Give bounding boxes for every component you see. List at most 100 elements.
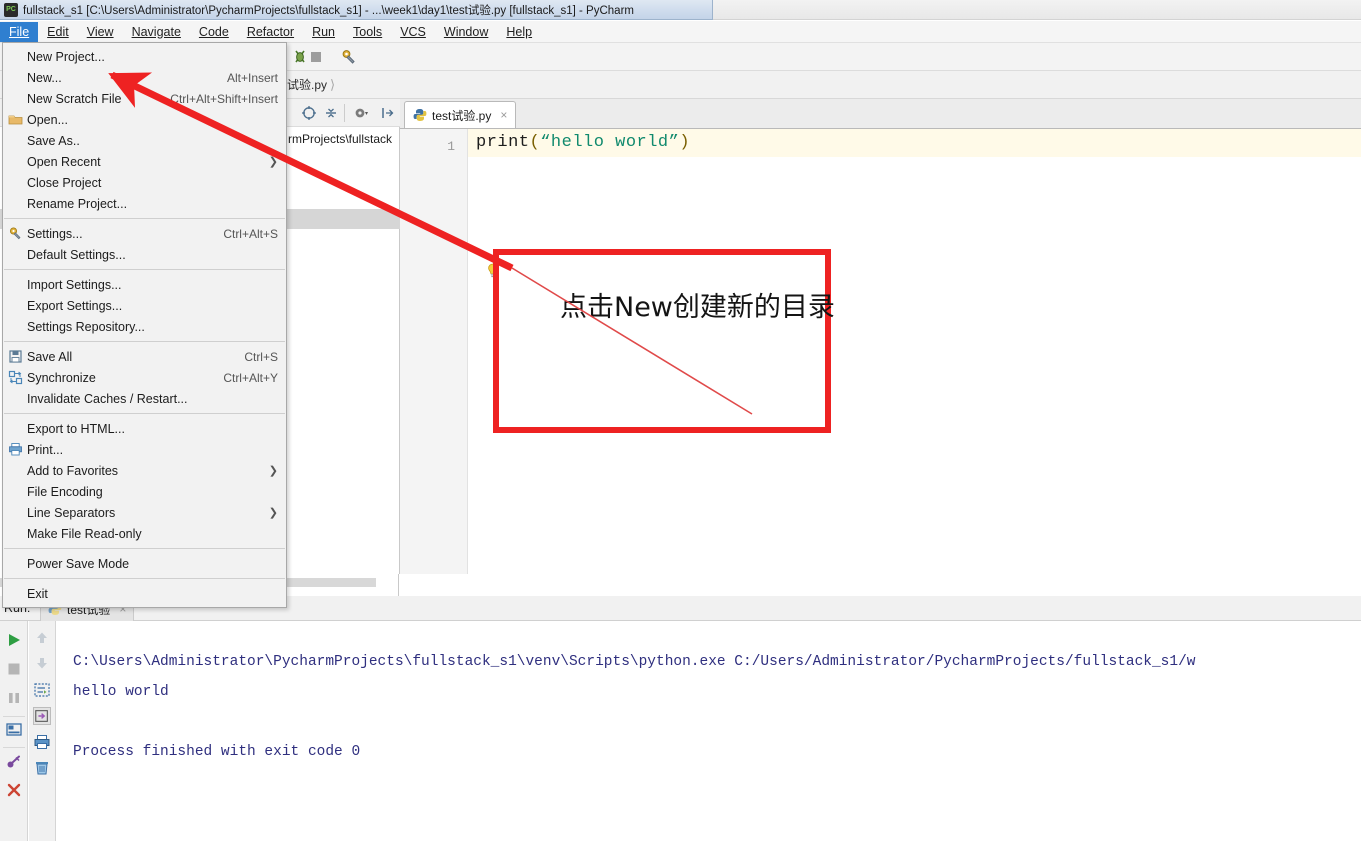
menu-item-import-settings[interactable]: Import Settings... bbox=[3, 274, 286, 295]
up-arrow-icon[interactable] bbox=[33, 629, 51, 647]
menu-bar: File Edit View Navigate Code Refactor Ru… bbox=[0, 21, 1361, 43]
file-menu-popup[interactable]: New Project... New... Alt+Insert New Scr… bbox=[2, 42, 287, 608]
run-toolbar-divider-2 bbox=[3, 747, 25, 748]
menu-item-label: Open Recent bbox=[27, 154, 101, 169]
menu-item-label: Exit bbox=[27, 586, 48, 601]
menu-item-label: Add to Favorites bbox=[27, 463, 119, 478]
stop-toolbar-icon[interactable] bbox=[307, 48, 325, 66]
menu-navigate-label: Navigate bbox=[131, 24, 181, 39]
editor-bottom-edge bbox=[398, 574, 1361, 596]
menu-item-settings[interactable]: Settings... Ctrl+Alt+S bbox=[3, 223, 286, 244]
soft-wrap-icon[interactable] bbox=[33, 681, 51, 699]
menu-item-label: New Project... bbox=[27, 49, 105, 64]
menu-item-label: Save All bbox=[27, 349, 73, 364]
menu-vcs-label: VCS bbox=[400, 24, 426, 39]
annotation-box bbox=[493, 249, 831, 433]
menu-item-line-separators[interactable]: Line Separators ❯ bbox=[3, 502, 286, 523]
menu-item-synchronize[interactable]: Synchronize Ctrl+Alt+Y bbox=[3, 367, 286, 388]
menu-item-default-settings[interactable]: Default Settings... bbox=[3, 244, 286, 265]
close-tab-icon[interactable] bbox=[5, 781, 23, 799]
menu-item-label: Import Settings... bbox=[27, 277, 122, 292]
menu-item-shortcut: Ctrl+Alt+Shift+Insert bbox=[170, 91, 278, 106]
scroll-to-end-icon[interactable] bbox=[33, 707, 51, 725]
editor-tab-label: test试验.py bbox=[432, 108, 492, 123]
run-right-toolbar bbox=[29, 621, 56, 841]
code-token-string: “hello world” bbox=[540, 133, 680, 152]
pycharm-icon: PC bbox=[4, 2, 18, 17]
project-toolbar-divider bbox=[344, 104, 345, 122]
menu-separator bbox=[4, 578, 285, 579]
project-tree-node[interactable]: rmProjects\fullstack bbox=[288, 132, 392, 146]
menu-edit[interactable]: Edit bbox=[38, 22, 78, 42]
menu-item-add-to-favorites[interactable]: Add to Favorites ❯ bbox=[3, 460, 286, 481]
menu-item-power-save-mode[interactable]: Power Save Mode bbox=[3, 553, 286, 574]
show-console-icon[interactable] bbox=[5, 721, 23, 739]
clear-all-icon[interactable] bbox=[33, 759, 51, 777]
menu-item-save-as[interactable]: Save As.. bbox=[3, 130, 286, 151]
menu-item-label: Settings Repository... bbox=[27, 319, 145, 334]
menu-item-settings-repository[interactable]: Settings Repository... bbox=[3, 316, 286, 337]
menu-file[interactable]: File bbox=[0, 21, 39, 42]
code-line-1: print(“hello world”) bbox=[476, 133, 690, 152]
menu-vcs[interactable]: VCS bbox=[391, 22, 435, 42]
run-console-output[interactable]: C:\Users\Administrator\PycharmProjects\f… bbox=[57, 621, 1361, 841]
menu-item-save-all[interactable]: Save All Ctrl+S bbox=[3, 346, 286, 367]
menu-item-label: Settings... bbox=[27, 226, 83, 241]
menu-item-new[interactable]: New... Alt+Insert bbox=[3, 67, 286, 88]
save-icon bbox=[8, 349, 23, 364]
menu-navigate[interactable]: Navigate bbox=[123, 22, 190, 42]
menu-item-file-encoding[interactable]: File Encoding bbox=[3, 481, 286, 502]
breadcrumb-file[interactable]: 试验.py bbox=[287, 76, 327, 93]
menu-item-export-to-html[interactable]: Export to HTML... bbox=[3, 418, 286, 439]
chevron-right-icon: ❯ bbox=[268, 156, 278, 168]
window-title: fullstack_s1 [C:\Users\Administrator\Pyc… bbox=[23, 4, 634, 17]
project-settings-icon[interactable] bbox=[352, 104, 370, 122]
menu-help[interactable]: Help bbox=[497, 22, 541, 42]
menu-item-print[interactable]: Print... bbox=[3, 439, 286, 460]
collapse-all-icon[interactable] bbox=[322, 104, 340, 122]
folder-icon bbox=[8, 112, 23, 127]
settings-toolbar-icon[interactable] bbox=[340, 48, 358, 66]
print-icon[interactable] bbox=[33, 733, 51, 751]
menu-run-label: Run bbox=[312, 24, 335, 39]
code-token-close-paren: ) bbox=[679, 133, 691, 152]
menu-item-label: Default Settings... bbox=[27, 247, 126, 262]
menu-view-label: View bbox=[86, 24, 114, 39]
menu-window-label: Window bbox=[443, 24, 489, 39]
editor-tab-test[interactable]: test试验.py × bbox=[404, 101, 517, 128]
console-line-2: hello world bbox=[73, 684, 169, 700]
menu-separator bbox=[4, 548, 285, 549]
menu-tools[interactable]: Tools bbox=[344, 22, 391, 42]
menu-item-open[interactable]: Open... bbox=[3, 109, 286, 130]
editor-tab-close-icon[interactable]: × bbox=[500, 108, 507, 122]
menu-item-invalidate-caches[interactable]: Invalidate Caches / Restart... bbox=[3, 388, 286, 409]
console-line-1: C:\Users\Administrator\PycharmProjects\f… bbox=[73, 654, 1196, 670]
menu-item-rename-project[interactable]: Rename Project... bbox=[3, 193, 286, 214]
menu-item-make-file-read-only[interactable]: Make File Read-only bbox=[3, 523, 286, 544]
menu-view[interactable]: View bbox=[78, 22, 123, 42]
menu-item-close-project[interactable]: Close Project bbox=[3, 172, 286, 193]
menu-item-open-recent[interactable]: Open Recent ❯ bbox=[3, 151, 286, 172]
menu-item-new-project[interactable]: New Project... bbox=[3, 46, 286, 67]
down-arrow-icon[interactable] bbox=[33, 654, 51, 672]
menu-window[interactable]: Window bbox=[435, 22, 497, 42]
autoscroll-icon[interactable] bbox=[378, 104, 396, 122]
menu-item-exit[interactable]: Exit bbox=[3, 583, 286, 604]
menu-item-label: Close Project bbox=[27, 175, 102, 190]
stop-icon[interactable] bbox=[5, 660, 23, 678]
chevron-right-icon: ❯ bbox=[268, 507, 278, 519]
rerun-icon[interactable] bbox=[5, 631, 23, 649]
menu-help-label: Help bbox=[506, 24, 533, 39]
menu-item-export-settings[interactable]: Export Settings... bbox=[3, 295, 286, 316]
menu-run[interactable]: Run bbox=[303, 22, 344, 42]
attach-debugger-icon[interactable] bbox=[5, 753, 23, 771]
menu-refactor[interactable]: Refactor bbox=[238, 22, 303, 42]
locate-file-icon[interactable] bbox=[300, 104, 318, 122]
menu-edit-label: Edit bbox=[47, 24, 69, 39]
menu-item-label: Rename Project... bbox=[27, 196, 128, 211]
chevron-right-icon: ❯ bbox=[268, 465, 278, 477]
menu-item-new-scratch-file[interactable]: New Scratch File Ctrl+Alt+Shift+Insert bbox=[3, 88, 286, 109]
menu-code[interactable]: Code bbox=[190, 22, 238, 42]
code-token-print: print bbox=[476, 133, 530, 152]
pause-icon[interactable] bbox=[5, 689, 23, 707]
